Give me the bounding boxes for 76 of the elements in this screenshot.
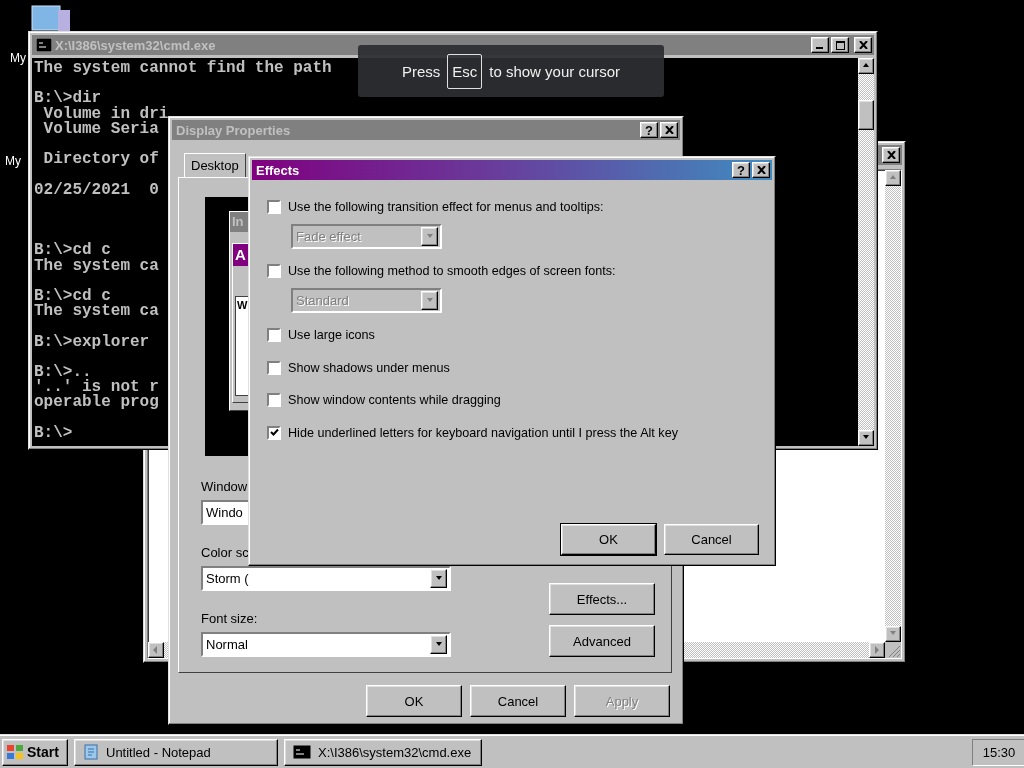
help-button[interactable]: ?	[640, 122, 658, 138]
clock: 15:30	[972, 738, 1024, 766]
maximize-button[interactable]	[831, 37, 849, 53]
field-label: Window	[201, 480, 249, 494]
left-arrow-icon	[152, 646, 160, 654]
dropdown-field[interactable]: Normal	[201, 632, 451, 657]
close-button[interactable]	[854, 37, 872, 53]
console-line: B:\>dir	[34, 91, 102, 107]
tab[interactable]: Desktop	[184, 153, 246, 177]
notepad-icon	[83, 744, 99, 760]
close-icon	[756, 166, 766, 174]
close-button[interactable]	[882, 147, 900, 163]
window-title: X:\I386\system32\cmd.exe	[55, 37, 217, 53]
checkbox[interactable]	[267, 200, 281, 214]
field-label: Color sc	[201, 546, 250, 560]
checkbox[interactable]	[267, 264, 281, 278]
hint-text: to show your cursor	[489, 62, 621, 80]
flag-icon	[6, 744, 24, 760]
dialog-button[interactable]: Effects...	[549, 583, 655, 615]
taskbar-button[interactable]: Untitled - Notepad	[74, 738, 278, 766]
preview-title: In	[231, 213, 245, 231]
checkbox-label: Use large icons	[288, 328, 375, 342]
taskbar-button[interactable]: X:\I386\system32\cmd.exe	[284, 738, 482, 766]
preview-title: A	[234, 245, 247, 265]
console-line: operable prog	[34, 395, 159, 411]
icon-label[interactable]: My	[5, 154, 21, 168]
dialog-button[interactable]: OK	[561, 524, 656, 555]
dropdown-field[interactable]: Storm (	[201, 566, 451, 591]
checkbox-label: Show shadows under menus	[288, 360, 450, 375]
checkbox-label: Show window contents while dragging	[288, 393, 501, 407]
help-button[interactable]: ?	[732, 162, 750, 178]
console-line: 02/25/2021 0	[34, 182, 159, 198]
field-label: Font size:	[201, 612, 259, 626]
window-title: Effects	[256, 162, 301, 178]
dialog-button[interactable]: Cancel	[664, 524, 759, 555]
minimize-button[interactable]	[811, 37, 829, 53]
start-button[interactable]: Start	[2, 738, 68, 766]
check-icon	[269, 428, 279, 437]
console-icon	[293, 745, 311, 759]
console-line: The system ca	[34, 304, 159, 320]
hint-text: Press	[401, 62, 441, 80]
console-line: The system ca	[34, 258, 159, 274]
checkbox[interactable]	[267, 425, 281, 440]
up-arrow-icon	[862, 62, 870, 70]
checkbox[interactable]	[267, 393, 281, 407]
computer-icon[interactable]	[30, 4, 72, 31]
checkbox[interactable]	[267, 328, 281, 342]
console-line: B:\>explorer	[34, 334, 150, 350]
checkbox-label: Use the following transition effect for menus and tooltips:	[288, 200, 604, 214]
checkbox-label: Use the following method to smooth edges of screen fonts:	[288, 264, 616, 278]
close-icon	[858, 41, 868, 49]
close-icon	[886, 151, 896, 159]
scroll-thumb[interactable]	[858, 100, 874, 130]
close-icon	[664, 126, 674, 134]
key-cap: Esc	[447, 53, 483, 89]
right-arrow-icon	[873, 646, 881, 654]
dialog-button[interactable]: Advanced	[549, 625, 655, 657]
resize-grip[interactable]	[885, 642, 901, 658]
console-line: The system cannot find the path	[34, 61, 332, 77]
preview-text: W	[236, 298, 248, 311]
console-line: B:\>	[34, 425, 73, 441]
up-arrow-icon	[889, 174, 897, 182]
console-line: Volume Seria	[42, 121, 159, 137]
console-line: Directory of	[42, 152, 159, 168]
close-button[interactable]	[752, 162, 770, 178]
dialog-button[interactable]: Cancel	[470, 685, 566, 717]
icon-label[interactable]: My	[10, 51, 26, 65]
checkbox[interactable]	[267, 360, 281, 375]
maximize-icon	[835, 40, 845, 50]
close-button[interactable]	[660, 122, 678, 138]
checkbox-label: Hide underlined letters for keyboard navigation until I press the Alt key	[288, 425, 678, 440]
window-title: Display Properties	[176, 122, 292, 138]
console-line: B:\>cd c	[34, 243, 111, 259]
console-icon	[36, 38, 52, 52]
console-line: Volume in dri	[42, 106, 169, 122]
dialog-button[interactable]: OK	[366, 685, 462, 717]
